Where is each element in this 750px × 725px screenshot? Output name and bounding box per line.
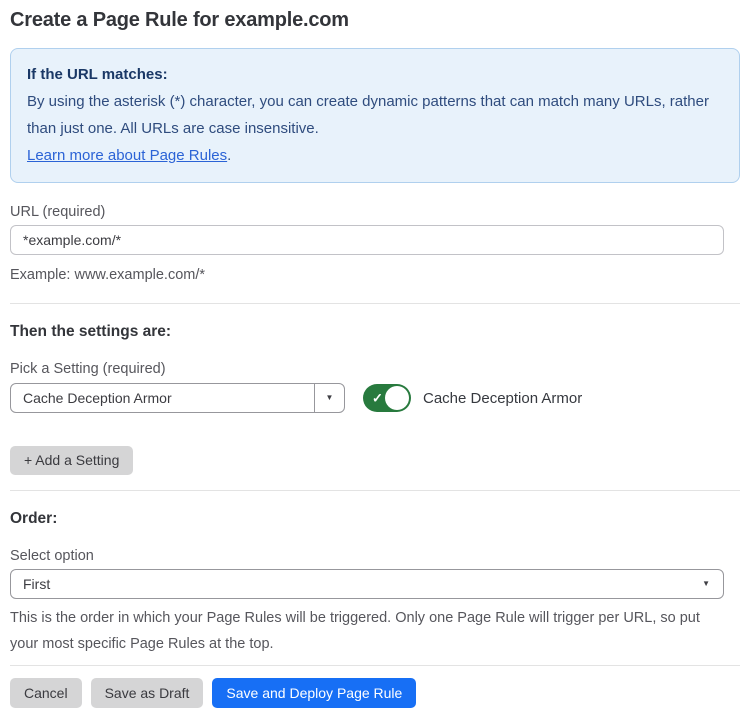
order-helper-text: This is the order in which your Page Rul… bbox=[10, 605, 724, 657]
pick-setting-label: Pick a Setting (required) bbox=[10, 361, 740, 377]
learn-more-link[interactable]: Learn more about Page Rules bbox=[27, 147, 227, 164]
url-helper-text: Example: www.example.com/* bbox=[10, 262, 740, 288]
info-box-body: By using the asterisk (*) character, you… bbox=[27, 88, 723, 142]
toggle-label: Cache Deception Armor bbox=[423, 390, 582, 407]
section-divider bbox=[10, 303, 740, 304]
save-as-draft-button[interactable]: Save as Draft bbox=[91, 678, 204, 708]
check-icon: ✓ bbox=[372, 392, 383, 405]
chevron-down-icon: ▼ bbox=[326, 394, 334, 402]
order-select[interactable]: First ▼ bbox=[10, 569, 724, 599]
url-match-info-box: If the URL matches: By using the asteris… bbox=[10, 48, 740, 183]
setting-select-value: Cache Deception Armor bbox=[11, 390, 314, 406]
info-box-heading: If the URL matches: bbox=[27, 61, 723, 88]
save-and-deploy-button[interactable]: Save and Deploy Page Rule bbox=[212, 678, 416, 708]
chevron-down-icon: ▼ bbox=[702, 580, 723, 588]
order-select-label: Select option bbox=[10, 548, 740, 564]
setting-row: Cache Deception Armor ▼ ✓ Cache Deceptio… bbox=[10, 383, 740, 413]
settings-section-heading: Then the settings are: bbox=[10, 324, 740, 340]
setting-select-arrow-button[interactable]: ▼ bbox=[314, 384, 344, 412]
url-input[interactable] bbox=[10, 225, 724, 255]
info-box-link-line: Learn more about Page Rules. bbox=[27, 142, 723, 169]
footer-actions: Cancel Save as Draft Save and Deploy Pag… bbox=[10, 678, 740, 708]
cancel-button[interactable]: Cancel bbox=[10, 678, 82, 708]
order-select-value: First bbox=[11, 576, 702, 592]
add-setting-button[interactable]: + Add a Setting bbox=[10, 446, 133, 475]
url-label: URL (required) bbox=[10, 204, 740, 220]
setting-select[interactable]: Cache Deception Armor ▼ bbox=[10, 383, 345, 413]
section-divider bbox=[10, 490, 740, 491]
footer-divider bbox=[10, 665, 740, 666]
setting-toggle[interactable]: ✓ bbox=[363, 384, 411, 412]
toggle-knob bbox=[385, 386, 409, 410]
link-suffix: . bbox=[227, 147, 231, 164]
page-title: Create a Page Rule for example.com bbox=[10, 8, 740, 32]
create-page-rule-form: Create a Page Rule for example.com If th… bbox=[0, 0, 750, 725]
order-section-heading: Order: bbox=[10, 511, 740, 527]
